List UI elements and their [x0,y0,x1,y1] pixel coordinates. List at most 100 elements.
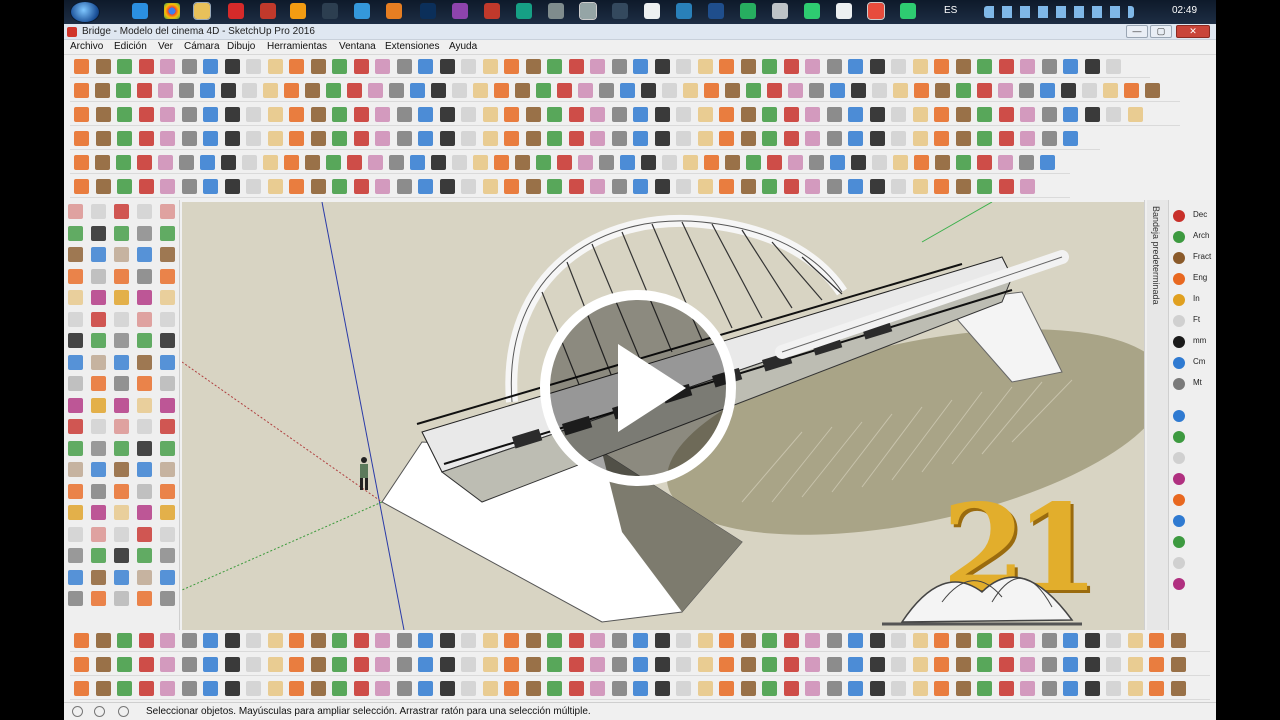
tb6-tool-icon[interactable] [740,179,756,194]
menu-ventana[interactable]: Ventana [339,41,376,52]
unit-button-mt[interactable]: Mt [1193,378,1202,387]
bt2-tool-icon[interactable] [504,657,519,672]
bt2-tool-icon[interactable] [525,657,541,672]
bt1-tool-icon[interactable] [396,633,412,648]
tb4-tool-icon[interactable] [1041,131,1057,146]
bt2-tool-icon[interactable] [611,657,627,672]
bt2-tool-icon[interactable] [74,657,89,672]
tb1-tool-icon[interactable] [1084,59,1100,74]
tb2-tool-icon[interactable] [1040,83,1055,98]
left-palette-tool-icon[interactable] [68,591,83,606]
bt2-tool-icon[interactable] [1020,657,1035,672]
left-palette-tool-icon[interactable] [114,548,129,563]
tb5-tool-icon[interactable] [305,155,320,170]
tb4-tool-icon[interactable] [160,131,175,146]
bt1-tool-icon[interactable] [310,633,326,648]
tb5-tool-icon[interactable] [830,155,845,170]
bt2-tool-icon[interactable] [310,657,326,672]
bt3-tool-icon[interactable] [762,681,777,696]
left-palette-tool-icon[interactable] [91,483,106,499]
bt1-tool-icon[interactable] [740,633,756,648]
tb1-tool-icon[interactable] [697,59,713,74]
bt2-tool-icon[interactable] [805,657,820,672]
bt1-tool-icon[interactable] [654,633,670,648]
bt1-tool-icon[interactable] [955,633,971,648]
tb5-tool-icon[interactable] [137,155,152,170]
bt2-tool-icon[interactable] [633,657,648,672]
tb3-tool-icon[interactable] [697,107,713,122]
tb5-tool-icon[interactable] [536,155,551,170]
bt1-tool-icon[interactable] [848,633,863,648]
tb2-tool-icon[interactable] [494,83,509,98]
left-palette-tool-icon[interactable] [91,569,106,585]
app-icon-12[interactable] [740,3,756,19]
menu-extensiones[interactable]: Extensiones [385,41,439,52]
tb6-tool-icon[interactable] [74,179,89,194]
tb1-tool-icon[interactable] [891,59,906,74]
tb3-tool-icon[interactable] [1041,107,1057,122]
bt2-tool-icon[interactable] [396,657,412,672]
tb2-tool-icon[interactable] [557,83,572,98]
tb5-tool-icon[interactable] [767,155,782,170]
tb3-tool-icon[interactable] [525,107,541,122]
tb6-tool-icon[interactable] [891,179,906,194]
tb3-tool-icon[interactable] [891,107,906,122]
tb3-tool-icon[interactable] [181,107,197,122]
bt3-tool-icon[interactable] [1106,681,1121,696]
tb5-tool-icon[interactable] [620,155,635,170]
bt2-tool-icon[interactable] [117,657,132,672]
left-palette-tool-icon[interactable] [160,376,175,391]
tb2-tool-icon[interactable] [641,83,656,98]
bt1-tool-icon[interactable] [998,633,1014,648]
tray-tool-icon[interactable] [1173,273,1185,285]
bt1-tool-icon[interactable] [1063,633,1078,648]
tb6-tool-icon[interactable] [805,179,820,194]
app-icon-4[interactable] [484,3,500,19]
bt3-tool-icon[interactable] [998,681,1014,696]
tb6-tool-icon[interactable] [138,179,154,194]
tb5-tool-icon[interactable] [704,155,719,170]
tb4-tool-icon[interactable] [203,131,218,146]
bt1-tool-icon[interactable] [461,633,476,648]
tb2-tool-icon[interactable] [410,83,425,98]
left-palette-tool-icon[interactable] [160,483,175,499]
geolocation-icon[interactable] [72,706,83,717]
tb5-tool-icon[interactable] [557,155,572,170]
tb4-tool-icon[interactable] [805,131,820,146]
left-palette-tool-icon[interactable] [68,333,83,348]
bt1-tool-icon[interactable] [246,633,261,648]
tb2-tool-icon[interactable] [788,83,803,98]
tb3-tool-icon[interactable] [160,107,175,122]
tb5-tool-icon[interactable] [452,155,467,170]
left-palette-tool-icon[interactable] [160,505,175,520]
tb4-tool-icon[interactable] [977,131,992,146]
bt2-tool-icon[interactable] [568,657,584,672]
bt2-tool-icon[interactable] [1127,657,1143,672]
tb1-tool-icon[interactable] [740,59,756,74]
tb2-tool-icon[interactable] [158,83,173,98]
tb4-tool-icon[interactable] [783,131,799,146]
tray-tool-icon[interactable] [1173,410,1185,422]
left-palette-tool-icon[interactable] [91,333,106,348]
tb3-tool-icon[interactable] [977,107,992,122]
tb4-tool-icon[interactable] [611,131,627,146]
bt3-tool-icon[interactable] [1170,681,1186,696]
tb4-tool-icon[interactable] [353,131,369,146]
app-icon[interactable] [228,3,244,19]
tb2-tool-icon[interactable] [95,83,110,98]
tb4-tool-icon[interactable] [719,131,734,146]
bt2-tool-icon[interactable] [955,657,971,672]
tb5-tool-icon[interactable] [956,155,971,170]
bt3-tool-icon[interactable] [482,681,498,696]
menu-edicion[interactable]: Edición [114,41,147,52]
tb1-tool-icon[interactable] [676,59,691,74]
bt3-tool-icon[interactable] [117,681,132,696]
tb1-tool-icon[interactable] [869,59,885,74]
tray-tool-icon[interactable] [1173,431,1185,443]
tb6-tool-icon[interactable] [332,179,347,194]
bt3-tool-icon[interactable] [977,681,992,696]
tb5-tool-icon[interactable] [326,155,341,170]
unit-button-dec[interactable]: Dec [1193,210,1207,219]
bt1-tool-icon[interactable] [375,633,390,648]
left-palette-tool-icon[interactable] [68,483,83,499]
